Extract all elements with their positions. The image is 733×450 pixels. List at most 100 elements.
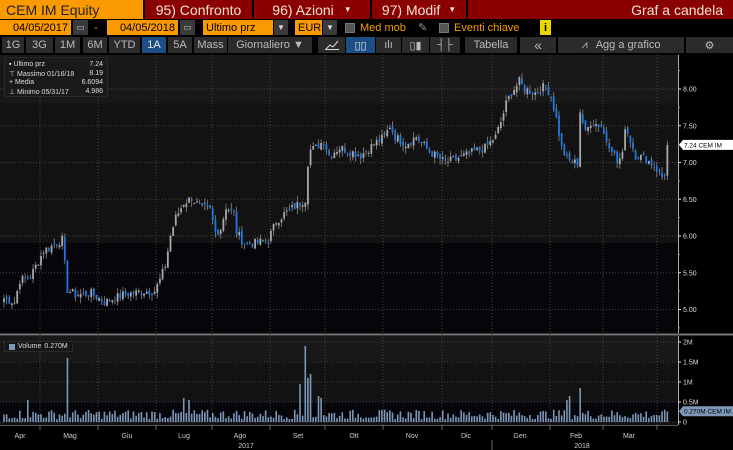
candle-down bbox=[198, 202, 201, 204]
volume-tick-label: 2M bbox=[683, 340, 693, 347]
volume-bar bbox=[227, 416, 230, 422]
candle-up bbox=[16, 291, 19, 304]
candle-up bbox=[367, 152, 370, 154]
volume-bar bbox=[444, 419, 447, 422]
price-legend: ▪ Ultimo prz 7.24 ⊤ Massimo 01/16/18 8.19 … bbox=[4, 57, 108, 97]
volume-bar bbox=[415, 409, 418, 422]
candle-down bbox=[251, 244, 254, 247]
volume-bar bbox=[108, 411, 111, 422]
candle-down bbox=[428, 149, 431, 153]
volume-bar bbox=[439, 417, 441, 422]
volume-bar bbox=[188, 400, 190, 422]
volume-bar bbox=[344, 418, 346, 422]
volume-bar bbox=[58, 414, 61, 422]
candle-down bbox=[383, 133, 386, 135]
volume-bar bbox=[114, 410, 116, 422]
candle-up bbox=[404, 146, 407, 149]
candle-down bbox=[444, 158, 447, 161]
candle-down bbox=[571, 161, 574, 164]
volume-bar bbox=[5, 414, 8, 422]
volume-legend-value: 0.270M bbox=[44, 343, 68, 350]
candle-down bbox=[354, 151, 357, 157]
candle-down bbox=[581, 114, 584, 123]
volume-bar bbox=[608, 416, 611, 422]
candlestick-chart[interactable]: Apr Mag Giu Lug Ago Set Ott Nov Dic Gen Feb Mar 2017… bbox=[0, 0, 733, 450]
volume-bar bbox=[529, 414, 531, 422]
volume-bar bbox=[618, 415, 621, 422]
candle-up bbox=[375, 140, 378, 146]
candle-up bbox=[470, 148, 473, 152]
volume-bar bbox=[190, 413, 193, 422]
candle-down bbox=[439, 154, 441, 159]
candle-up bbox=[169, 236, 172, 252]
volume-bar bbox=[42, 417, 45, 422]
volume-bar bbox=[418, 410, 420, 422]
volume-bar bbox=[486, 412, 489, 422]
candle-down bbox=[206, 205, 209, 207]
volume-bar bbox=[262, 416, 264, 422]
candle-up bbox=[238, 231, 241, 236]
volume-bar bbox=[341, 412, 344, 422]
volume-tick-label: 0.5M bbox=[683, 400, 699, 407]
volume-bar bbox=[441, 410, 444, 422]
volume-bar bbox=[402, 417, 404, 422]
candle-down bbox=[100, 299, 103, 302]
last-volume-label: 0.270M CEM IM bbox=[684, 409, 731, 416]
candle-up bbox=[188, 197, 190, 203]
candle-up bbox=[460, 155, 463, 157]
volume-bar bbox=[288, 418, 291, 422]
candle-up bbox=[275, 223, 278, 225]
volume-bar bbox=[489, 412, 492, 422]
candle-up bbox=[166, 251, 169, 268]
month-label-mag: Mag bbox=[63, 433, 77, 440]
candle-down bbox=[658, 170, 661, 172]
volume-bar bbox=[603, 416, 605, 422]
candle-down bbox=[608, 143, 611, 149]
candle-up bbox=[159, 278, 161, 284]
candle-down bbox=[127, 292, 130, 297]
candle-down bbox=[124, 290, 127, 295]
candle-up bbox=[106, 298, 108, 306]
candle-down bbox=[531, 93, 534, 95]
volume-bar bbox=[151, 411, 153, 422]
candle-up bbox=[21, 275, 24, 283]
candle-down bbox=[330, 156, 333, 158]
candle-down bbox=[209, 205, 212, 209]
candle-up bbox=[259, 238, 262, 245]
candle-down bbox=[378, 138, 381, 142]
candle-down bbox=[634, 150, 637, 160]
candle-down bbox=[114, 301, 116, 303]
candle-down bbox=[349, 152, 352, 156]
volume-bar bbox=[391, 412, 394, 422]
month-label-mar: Mar bbox=[623, 433, 636, 440]
legend-avg: + Media 6.6094 bbox=[9, 78, 103, 87]
volume-bar bbox=[436, 418, 439, 422]
volume-bar bbox=[180, 412, 182, 422]
volume-bar bbox=[66, 358, 69, 422]
volume-bar bbox=[616, 412, 618, 422]
candle-up bbox=[589, 125, 592, 128]
candle-down bbox=[455, 154, 457, 160]
volume-bar bbox=[542, 410, 544, 422]
candle-down bbox=[92, 288, 95, 296]
volume-bar bbox=[386, 412, 389, 422]
volume-bar bbox=[26, 400, 29, 422]
volume-bar bbox=[460, 410, 463, 422]
candle-up bbox=[351, 151, 354, 158]
volume-bar bbox=[304, 346, 307, 422]
candle-up bbox=[180, 208, 182, 213]
candle-down bbox=[555, 108, 558, 118]
candle-up bbox=[111, 300, 114, 303]
volume-bar bbox=[576, 416, 579, 422]
month-label-giu: Giu bbox=[122, 433, 133, 440]
price-band-low bbox=[0, 243, 678, 333]
volume-swatch bbox=[9, 343, 15, 350]
volume-bar bbox=[537, 415, 539, 422]
candle-down bbox=[243, 243, 246, 245]
candle-down bbox=[217, 230, 219, 235]
volume-bar bbox=[50, 410, 53, 422]
volume-bar bbox=[77, 414, 79, 422]
volume-bar bbox=[122, 413, 124, 422]
volume-bar bbox=[280, 415, 283, 422]
volume-bar bbox=[222, 411, 225, 422]
